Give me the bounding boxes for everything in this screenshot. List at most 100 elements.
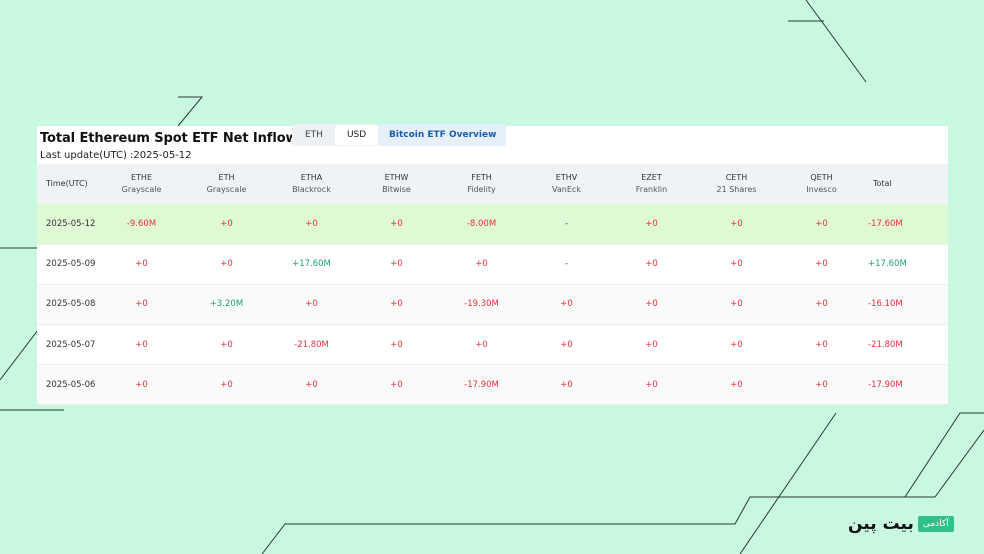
row-date: 2025-05-07 xyxy=(46,339,96,350)
flow-cell: +0 xyxy=(730,339,743,350)
flow-cell: +0 xyxy=(220,259,233,270)
column-ticker: Time(UTC) xyxy=(46,179,88,188)
page-title: Total Ethereum Spot ETF Net Inflow USD xyxy=(40,130,333,146)
column-ticker: CETH xyxy=(725,173,748,182)
brand-tag: آکادمی xyxy=(917,516,954,532)
column-issuer: Bitwise xyxy=(382,185,411,194)
column-ticker: FETH xyxy=(471,173,492,182)
flow-cell: -19.30M xyxy=(464,299,499,310)
flow-cell: +0 xyxy=(730,299,743,310)
flow-cell: +0 xyxy=(305,299,318,310)
flow-cell: +0 xyxy=(815,379,828,390)
flow-cell: -21.80M xyxy=(294,339,329,350)
etf-card: Total Ethereum Spot ETF Net Inflow USD E… xyxy=(37,124,948,405)
column-issuer: 21 Shares xyxy=(716,185,757,194)
row-date: 2025-05-06 xyxy=(46,379,96,390)
flow-cell: +0 xyxy=(815,299,828,310)
row-total: -17.90M xyxy=(868,379,903,390)
table-row: 2025-05-08 +0 +3.20M +0 +0 -19.30M +0 +0 +0 +0 -16… xyxy=(37,284,948,325)
column-issuer: Grayscale xyxy=(206,185,247,194)
column-header-feth: FETH Fidelity xyxy=(439,164,524,204)
flow-cell: +0 xyxy=(645,379,658,390)
flow-cell: +0 xyxy=(220,339,233,350)
flow-cell: -9.60M xyxy=(126,218,157,229)
flow-cell: +0 xyxy=(135,299,148,310)
etf-flow-table: Time(UTC) ETHE Grayscale ETH Grayscale ETHA Bl… xyxy=(37,164,948,405)
row-date: 2025-05-12 xyxy=(46,218,96,229)
column-ticker: ETHV xyxy=(555,173,578,182)
table-row: 2025-05-07 +0 +0 -21.80M +0 +0 +0 +0 +0 +0 -21.80M xyxy=(37,325,948,365)
column-issuer: Fidelity xyxy=(467,185,496,194)
card-header: Total Ethereum Spot ETF Net Inflow USD xyxy=(40,128,332,148)
flow-cell: +0 xyxy=(220,218,233,229)
flow-cell: +0 xyxy=(220,379,233,390)
column-header-ethe: ETHE Grayscale xyxy=(99,164,184,204)
column-header-time-utc-: Time(UTC) xyxy=(37,164,99,204)
flow-cell: +0 xyxy=(135,379,148,390)
flow-cell: +0 xyxy=(390,299,403,310)
column-ticker: Total xyxy=(873,179,892,188)
flow-cell: +0 xyxy=(560,379,573,390)
flow-cell: +0 xyxy=(475,259,488,270)
column-ticker: ETHE xyxy=(130,173,152,182)
flow-cell: +0 xyxy=(390,218,403,229)
column-header-ceth: CETH 21 Shares xyxy=(694,164,779,204)
flow-cell: +0 xyxy=(645,218,658,229)
brand-logo: بیت پین آکادمی xyxy=(848,514,954,534)
table-header-row: Time(UTC) ETHE Grayscale ETH Grayscale ETHA Bl… xyxy=(37,164,948,204)
column-ticker: QETH xyxy=(810,173,833,182)
brand-name: بیت پین xyxy=(848,514,914,534)
column-header-etha: ETHA Blackrock xyxy=(269,164,354,204)
flow-cell: +0 xyxy=(645,339,658,350)
flow-cell: +0 xyxy=(730,218,743,229)
flow-cell: +0 xyxy=(305,379,318,390)
row-date: 2025-05-08 xyxy=(46,299,96,310)
flow-cell: +0 xyxy=(560,299,573,310)
flow-cell: - xyxy=(564,259,569,270)
flow-cell: +0 xyxy=(730,259,743,270)
flow-cell: +0 xyxy=(390,379,403,390)
flow-cell: +0 xyxy=(815,218,828,229)
row-total: -21.80M xyxy=(868,339,903,350)
flow-cell: -8.00M xyxy=(466,218,497,229)
flow-cell: - xyxy=(564,218,569,229)
flow-cell: +17.60M xyxy=(292,259,331,270)
table-row: 2025-05-06 +0 +0 +0 +0 -17.90M +0 +0 +0 +0 -17.90M xyxy=(37,364,948,405)
flow-cell: +0 xyxy=(390,259,403,270)
row-total: +17.60M xyxy=(868,259,907,270)
flow-cell: +0 xyxy=(135,259,148,270)
last-update-text: Last update(UTC) :2025-05-12 xyxy=(40,150,192,161)
flow-cell: +0 xyxy=(815,259,828,270)
column-ticker: ETHA xyxy=(300,173,323,182)
table-row: 2025-05-12 -9.60M +0 +0 +0 -8.00M - +0 +0 +0 -17.6… xyxy=(37,204,948,245)
toggle-eth[interactable]: ETH xyxy=(293,125,335,145)
currency-toggle: ETH USD xyxy=(292,124,380,146)
column-header-eth: ETH Grayscale xyxy=(184,164,269,204)
bitcoin-etf-overview-button[interactable]: Bitcoin ETF Overview xyxy=(379,124,507,146)
flow-cell: +0 xyxy=(730,379,743,390)
column-ticker: ETH xyxy=(218,173,235,182)
column-issuer: Franklin xyxy=(635,185,668,194)
flow-cell: +0 xyxy=(390,339,403,350)
column-issuer: Blackrock xyxy=(292,185,331,194)
column-issuer: VanEck xyxy=(552,185,581,194)
table-row: 2025-05-09 +0 +0 +17.60M +0 +0 - +0 +0 +0 +17.60M xyxy=(37,244,948,285)
column-issuer: Invesco xyxy=(806,185,837,194)
column-ticker: ETHW xyxy=(384,173,409,182)
column-header-ethv: ETHV VanEck xyxy=(524,164,609,204)
row-date: 2025-05-09 xyxy=(46,259,96,270)
column-header-total: Total xyxy=(864,164,948,204)
toggle-usd[interactable]: USD xyxy=(334,125,379,145)
flow-cell: +0 xyxy=(305,218,318,229)
column-issuer: Grayscale xyxy=(121,185,162,194)
column-ticker: EZET xyxy=(641,173,662,182)
flow-cell: +0 xyxy=(135,339,148,350)
column-header-ezet: EZET Franklin xyxy=(609,164,694,204)
flow-cell: +3.20M xyxy=(209,299,244,310)
column-header-ethw: ETHW Bitwise xyxy=(354,164,439,204)
column-header-qeth: QETH Invesco xyxy=(779,164,864,204)
flow-cell: +0 xyxy=(815,339,828,350)
row-total: -16.10M xyxy=(868,299,903,310)
flow-cell: +0 xyxy=(560,339,573,350)
flow-cell: +0 xyxy=(645,299,658,310)
